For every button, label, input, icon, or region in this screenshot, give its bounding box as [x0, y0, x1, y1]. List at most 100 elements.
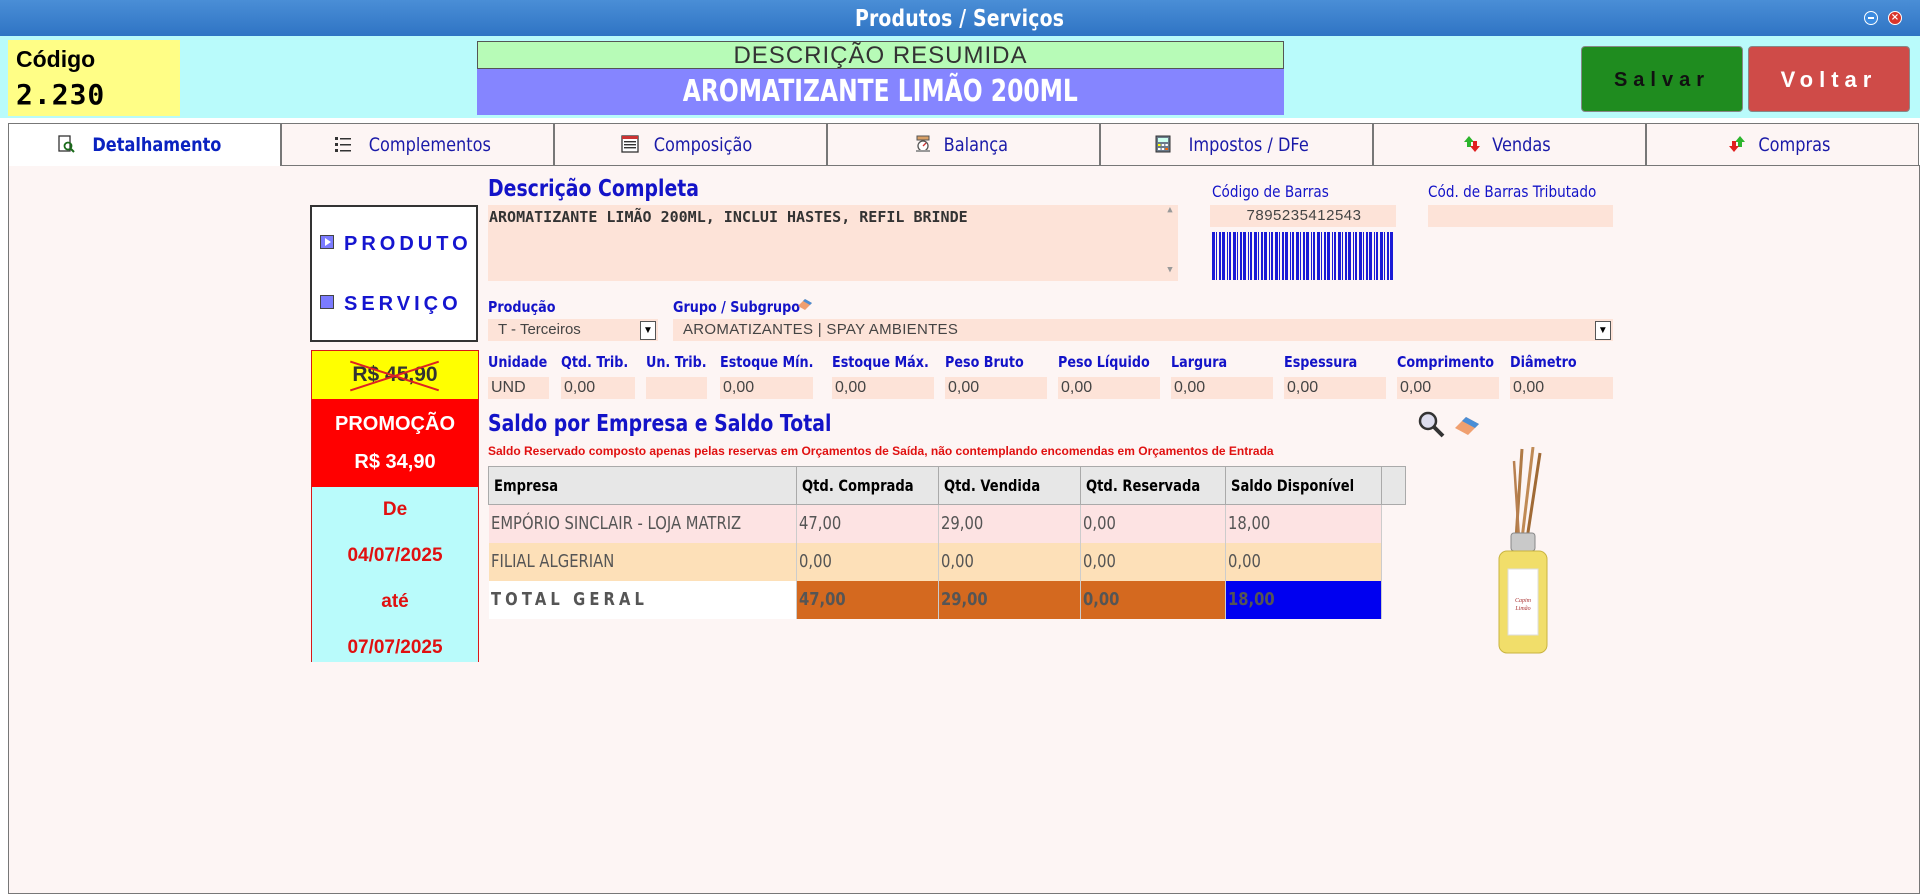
spec-label: Peso Bruto — [945, 353, 1024, 371]
spec-field[interactable]: UND — [488, 377, 549, 399]
tab-detalhamento[interactable]: Detalhamento — [8, 123, 281, 166]
full-description-text: AROMATIZANTE LIMÃO 200ML, INCLUI HASTES,… — [489, 208, 968, 226]
code-label: Código — [16, 46, 96, 72]
column-header-empresa[interactable]: Empresa — [488, 466, 797, 505]
cell-filler — [1381, 504, 1406, 543]
spec-field[interactable]: 0,00 — [1510, 377, 1613, 399]
cell-filler — [1381, 580, 1406, 619]
stock-table: Empresa Qtd. Comprada Qtd. Vendida Qtd. … — [488, 466, 1407, 619]
column-header-qtd-comprada[interactable]: Qtd. Comprada — [795, 466, 939, 505]
chevron-down-icon: ▼ — [640, 321, 656, 340]
cell-qtd-vendida: 29,00 — [938, 504, 1081, 543]
promo-price-block: PROMOÇÃO R$ 34,90 — [312, 399, 478, 487]
cell-saldo-disponivel: 0,00 — [1225, 542, 1383, 581]
barcode-label: Código de Barras — [1212, 182, 1329, 201]
table-row[interactable]: EMPÓRIO SINCLAIR - LOJA MATRIZ 47,00 29,… — [488, 504, 1406, 543]
tab-bar: Detalhamento Complementos Composição Bal… — [8, 123, 1920, 166]
cell-qtd-comprada: 0,00 — [796, 542, 939, 581]
saldo-title: Saldo por Empresa e Saldo Total — [488, 411, 832, 437]
group-select[interactable]: AROMATIZANTES | SPAY AMBIENTES ▼ — [673, 319, 1613, 341]
column-header-filler — [1381, 466, 1407, 505]
close-icon[interactable]: × — [1888, 11, 1902, 25]
radio-icon — [320, 295, 334, 309]
minimize-icon[interactable] — [1864, 11, 1878, 25]
svg-text:Limão: Limão — [1514, 606, 1530, 612]
spec-label: Un. Trib. — [646, 353, 707, 371]
total-saldo-disponivel: 18,00 — [1225, 580, 1383, 619]
barcode-icon — [1212, 232, 1393, 280]
promo-label: PROMOÇÃO — [335, 413, 455, 435]
save-button[interactable]: Salvar — [1581, 46, 1743, 112]
spec-field[interactable]: 0,00 — [945, 377, 1047, 399]
old-price: R$ 45,90 — [312, 351, 478, 399]
spec-field[interactable]: 0,00 — [1397, 377, 1499, 399]
tab-balanca[interactable]: Balança — [827, 123, 1100, 165]
composition-icon — [620, 135, 639, 153]
total-qtd-reservada: 0,00 — [1080, 580, 1227, 619]
tab-composicao[interactable]: Composição — [554, 123, 827, 165]
column-header-qtd-reservada[interactable]: Qtd. Reservada — [1079, 466, 1227, 505]
promo-from-date: 04/07/2025 — [347, 545, 443, 566]
type-option-servico[interactable]: SERVIÇO — [320, 293, 462, 316]
spec-field[interactable]: 0,00 — [720, 377, 813, 399]
spec-field[interactable]: 0,00 — [1284, 377, 1386, 399]
svg-text:Capim: Capim — [1515, 598, 1532, 604]
spec-label: Diâmetro — [1510, 353, 1577, 371]
spec-field[interactable]: 0,00 — [832, 377, 934, 399]
eraser-icon[interactable] — [1452, 413, 1482, 437]
spec-field[interactable] — [646, 377, 707, 399]
scale-icon — [915, 135, 930, 152]
tab-complementos[interactable]: Complementos — [281, 123, 554, 165]
full-description-title: Descrição Completa — [488, 176, 699, 202]
production-label: Produção — [488, 298, 556, 316]
tab-vendas[interactable]: Vendas — [1373, 123, 1646, 165]
promo-to-label: até — [381, 591, 409, 612]
spec-label: Largura — [1171, 353, 1228, 371]
short-description-field[interactable]: AROMATIZANTE LIMÃO 200ML — [477, 69, 1284, 115]
cell-filler — [1381, 542, 1406, 581]
total-qtd-vendida: 29,00 — [938, 580, 1081, 619]
spec-label: Estoque Mín. — [720, 353, 814, 371]
cell-qtd-comprada: 47,00 — [796, 504, 939, 543]
spec-label: Qtd. Trib. — [561, 353, 629, 371]
promotion-box: R$ 45,90 PROMOÇÃO R$ 34,90 De 04/07/2025… — [311, 350, 479, 662]
back-button[interactable]: Voltar — [1748, 46, 1910, 112]
search-icon[interactable] — [1417, 410, 1445, 438]
type-option-produto[interactable]: PRODUTO — [320, 233, 472, 256]
description-scrollbar[interactable]: ▲ ▼ — [1162, 205, 1178, 281]
spec-field[interactable]: 0,00 — [1171, 377, 1273, 399]
type-selector: PRODUTO SERVIÇO — [310, 205, 478, 342]
column-header-saldo-disponivel[interactable]: Saldo Disponível — [1224, 466, 1383, 505]
total-label: TOTAL GERAL — [488, 580, 797, 619]
spec-label: Peso Líquido — [1058, 353, 1150, 371]
search-doc-icon — [57, 135, 75, 153]
eraser-icon[interactable] — [796, 297, 814, 311]
up-down-arrows-icon — [1729, 136, 1746, 152]
list-icon — [334, 137, 351, 152]
code-value: 2.230 — [16, 78, 106, 111]
promo-dates: De 04/07/2025 até 07/07/2025 — [312, 487, 478, 662]
calculator-icon — [1155, 135, 1171, 153]
up-down-arrows-icon — [1464, 136, 1481, 152]
cell-saldo-disponivel: 18,00 — [1225, 504, 1383, 543]
tab-compras[interactable]: Compras — [1646, 123, 1919, 165]
promo-to-date: 07/07/2025 — [347, 637, 443, 658]
full-description-field[interactable]: AROMATIZANTE LIMÃO 200ML, INCLUI HASTES,… — [488, 205, 1178, 281]
radio-selected-icon — [320, 235, 334, 249]
barcode-field[interactable]: 7895235412543 — [1210, 205, 1396, 227]
spec-label: Espessura — [1284, 353, 1358, 371]
taxed-barcode-field[interactable] — [1428, 205, 1613, 227]
promo-from-label: De — [382, 499, 408, 520]
chevron-down-icon: ▼ — [1595, 321, 1611, 340]
promo-price: R$ 34,90 — [354, 451, 436, 473]
spec-field[interactable]: 0,00 — [1058, 377, 1160, 399]
short-description-value: AROMATIZANTE LIMÃO 200ML — [682, 74, 1079, 109]
spec-field[interactable]: 0,00 — [561, 377, 635, 399]
cell-empresa: EMPÓRIO SINCLAIR - LOJA MATRIZ — [488, 504, 797, 543]
tab-impostos-dfe[interactable]: Impostos / DFe — [1100, 123, 1373, 165]
taxed-barcode-label: Cód. de Barras Tributado — [1428, 182, 1597, 201]
total-qtd-comprada: 47,00 — [796, 580, 939, 619]
column-header-qtd-vendida[interactable]: Qtd. Vendida — [937, 466, 1081, 505]
table-row[interactable]: FILIAL ALGERIAN 0,00 0,00 0,00 0,00 — [488, 542, 1406, 581]
production-select[interactable]: T - Terceiros ▼ — [488, 319, 658, 341]
